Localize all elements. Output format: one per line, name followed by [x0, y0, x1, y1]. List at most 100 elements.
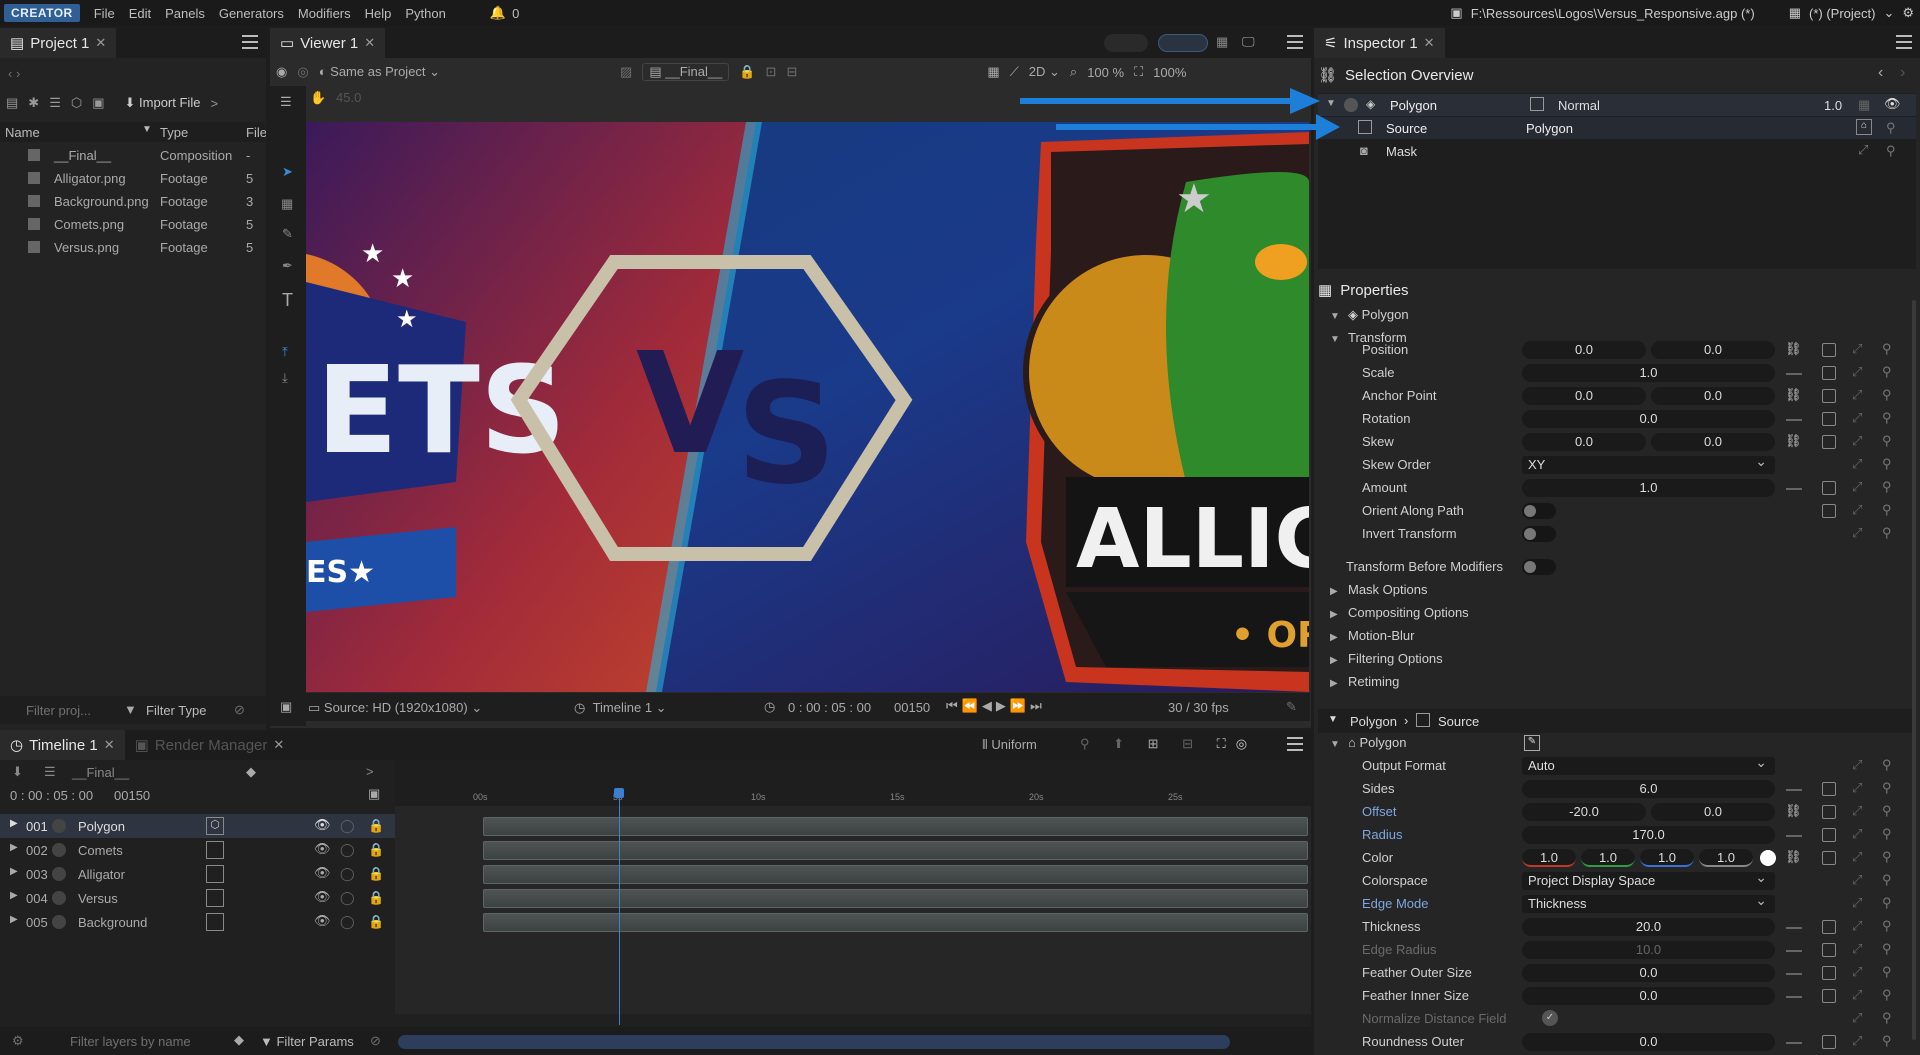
- viewer-frame[interactable]: 00150: [894, 700, 930, 715]
- playhead-handle[interactable]: [614, 788, 624, 798]
- pin-icon[interactable]: ⚲: [1882, 849, 1892, 865]
- expression-icon[interactable]: [1786, 973, 1802, 975]
- link-icon[interactable]: ⤢: [1852, 941, 1862, 957]
- close-icon[interactable]: ✕: [273, 737, 284, 753]
- lock-icon[interactable]: 🔒: [368, 890, 384, 906]
- source-dropdown[interactable]: ▭ Source: HD (1920x1080) ⌄: [308, 700, 482, 716]
- link-xy-icon[interactable]: ⛓: [1785, 849, 1802, 865]
- keyframe-checkbox[interactable]: [1822, 389, 1836, 403]
- section-filtering-options[interactable]: ▶ Filtering Options: [1330, 648, 1443, 670]
- generator-icon[interactable]: ✱: [28, 95, 39, 111]
- color-channel[interactable]: 1.0: [1581, 849, 1635, 867]
- keyframe-checkbox[interactable]: [1822, 504, 1836, 518]
- collapse-arrow-icon[interactable]: ▼: [1330, 734, 1340, 756]
- pin-icon[interactable]: ⚲: [1882, 803, 1892, 819]
- nav-forward-icon[interactable]: ›: [1900, 64, 1905, 82]
- link-xy-icon[interactable]: ⛓: [1785, 433, 1802, 449]
- color-swatch[interactable]: [1760, 850, 1776, 866]
- pin-icon[interactable]: ⚲: [1882, 918, 1892, 934]
- prop-dropdown[interactable]: XY: [1522, 452, 1775, 474]
- link-icon[interactable]: ⤢: [1852, 433, 1862, 449]
- expand-arrow-icon[interactable]: ▶: [10, 866, 18, 877]
- nav-back-icon[interactable]: ‹: [1878, 64, 1883, 82]
- tab-project[interactable]: ▤ Project 1 ✕: [0, 28, 117, 58]
- expand-arrow-icon[interactable]: ▶: [10, 842, 18, 853]
- expression-icon[interactable]: [1786, 419, 1802, 421]
- link-icon[interactable]: ⤢: [1852, 479, 1862, 495]
- more-icon[interactable]: >: [210, 96, 218, 111]
- expand-arrow-icon[interactable]: ▶: [10, 818, 18, 829]
- pin-icon[interactable]: ⚲: [1882, 964, 1892, 980]
- project-item[interactable]: Versus.png Footage 5: [0, 236, 265, 259]
- chevron-down-icon[interactable]: ⌄: [1883, 5, 1894, 21]
- pin-icon[interactable]: ⚲: [1882, 780, 1892, 796]
- prop-value[interactable]: 0.0: [1522, 1033, 1775, 1051]
- expand-arrow-icon[interactable]: ▶: [10, 890, 18, 901]
- filter-params-dropdown[interactable]: ▼ Filter Params: [260, 1034, 354, 1049]
- last-frame-icon[interactable]: ⏭: [1030, 698, 1046, 713]
- timeline-frame[interactable]: 00150: [114, 788, 150, 803]
- keyframe-checkbox[interactable]: [1822, 920, 1836, 934]
- menu-help[interactable]: Help: [365, 6, 392, 21]
- filter-type-dropdown[interactable]: Filter Type: [146, 703, 206, 718]
- timeline-selector[interactable]: ◷ Timeline 1 ⌄: [574, 700, 667, 716]
- project-item[interactable]: Background.png Footage 3: [0, 190, 265, 213]
- link-icon[interactable]: ⤢: [1852, 780, 1862, 796]
- layers-icon[interactable]: ☰: [44, 764, 56, 780]
- expand-arrow-icon[interactable]: ▶: [1330, 581, 1340, 603]
- prev-key-icon[interactable]: ⏪: [962, 698, 982, 713]
- pin-icon[interactable]: ⚲: [1882, 1010, 1892, 1026]
- clear-filter-icon[interactable]: ⊘: [234, 702, 245, 718]
- breadcrumb-item[interactable]: Polygon: [1350, 714, 1397, 729]
- link-xy-icon[interactable]: ⛓: [1785, 803, 1802, 819]
- prop-value[interactable]: 0.0: [1522, 964, 1775, 982]
- section-compositing-options[interactable]: ▶ Compositing Options: [1330, 602, 1469, 624]
- section-motion-blur[interactable]: ▶ Motion-Blur: [1330, 625, 1414, 647]
- layer-color-dot[interactable]: [52, 867, 66, 881]
- keyframe-checkbox[interactable]: [1822, 828, 1836, 842]
- link-icon[interactable]: ⤢: [1852, 757, 1862, 773]
- pen-tool-icon[interactable]: ✒: [282, 258, 293, 274]
- zoom-field[interactable]: 100 %: [1087, 65, 1124, 80]
- link-icon[interactable]: ⤢: [1852, 364, 1862, 380]
- fit-icon[interactable]: ⛶: [1134, 64, 1143, 80]
- pin-icon[interactable]: ⚲: [1882, 987, 1892, 1003]
- align-icon[interactable]: ⊞: [1148, 736, 1169, 751]
- visibility-icon[interactable]: 👁: [314, 841, 331, 857]
- tree-row-polygon[interactable]: ▼ ◈ Polygon Normal 1.0 ▦ 👁: [1318, 94, 1916, 116]
- timeline-time[interactable]: 0 : 00 : 05 : 00: [10, 788, 93, 803]
- link-icon[interactable]: ⤢: [1852, 387, 1862, 403]
- uniform-toggle[interactable]: ⦀ Uniform: [982, 737, 1037, 753]
- solo-icon[interactable]: ◯: [340, 866, 355, 882]
- pin-icon[interactable]: ⚲: [1882, 502, 1892, 518]
- camera-icon[interactable]: ▣: [92, 95, 104, 111]
- link-icon[interactable]: ⤢: [1852, 803, 1862, 819]
- prop-value[interactable]: 1.0: [1522, 479, 1775, 497]
- fullscreen-icon[interactable]: ⛶: [1217, 736, 1236, 751]
- visibility-icon[interactable]: 👁: [314, 913, 331, 929]
- pin-icon[interactable]: ⚲: [1882, 826, 1892, 842]
- home-icon[interactable]: ⌂: [1856, 119, 1872, 135]
- layer-name[interactable]: Background: [78, 915, 147, 930]
- tab-inspector[interactable]: ⚟ Inspector 1 ✕: [1314, 28, 1445, 58]
- layer-color-dot[interactable]: [52, 819, 66, 833]
- keyframe-checkbox[interactable]: [1822, 851, 1836, 865]
- text-tool-icon[interactable]: T: [282, 290, 293, 311]
- project-item[interactable]: Alligator.png Footage 5: [0, 167, 265, 190]
- grid-icon[interactable]: ▦: [987, 64, 999, 80]
- prop-value-y[interactable]: 0.0: [1651, 803, 1775, 821]
- expression-icon[interactable]: [1786, 789, 1802, 791]
- menu-edit[interactable]: Edit: [129, 6, 151, 21]
- tree-row-mask[interactable]: ◙ Mask ⤢ ⚲: [1318, 140, 1916, 162]
- layer-name[interactable]: Versus: [78, 891, 118, 906]
- playhead[interactable]: [619, 790, 620, 1025]
- viewer-layout-toggle[interactable]: [1104, 34, 1148, 52]
- pin-icon[interactable]: ⚲: [1882, 1033, 1892, 1049]
- clear-filter-icon[interactable]: ⊘: [370, 1033, 381, 1049]
- menu-panels[interactable]: Panels: [165, 6, 205, 21]
- anchor-tool-icon[interactable]: ⤓: [282, 370, 288, 386]
- visibility-icon[interactable]: 👁: [314, 865, 331, 881]
- prop-toggle[interactable]: [1522, 503, 1556, 519]
- close-icon[interactable]: ✕: [364, 35, 375, 51]
- list-icon[interactable]: ☰: [280, 94, 292, 110]
